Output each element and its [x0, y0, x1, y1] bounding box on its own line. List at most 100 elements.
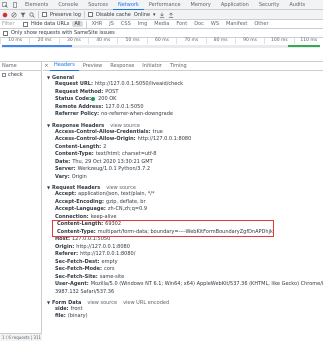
- tab-initiator[interactable]: Initiator: [138, 62, 166, 71]
- timeline-tick: 90 ms: [234, 38, 264, 44]
- filter-icon[interactable]: [20, 12, 26, 18]
- view-source-link[interactable]: view source: [87, 300, 117, 306]
- view-url-encoded-link[interactable]: view URL encoded: [123, 300, 169, 306]
- request-headers-section-header[interactable]: ▼ Request Headers view source: [43, 184, 323, 191]
- request-list: Name check: [0, 62, 42, 341]
- header-value: no-referrer-when-downgrade: [101, 111, 173, 117]
- filter-divider: [85, 20, 87, 28]
- header-name: Access-Control-Allow-Credentials:: [55, 128, 151, 135]
- tab-elements[interactable]: Elements: [20, 0, 53, 10]
- header-name: Origin:: [55, 243, 75, 250]
- header-value: http://127.0.0.1:5050/liveaid/check: [94, 81, 184, 87]
- close-icon[interactable]: ×: [43, 63, 50, 69]
- filter-chip-media[interactable]: Media: [152, 21, 171, 27]
- export-icon[interactable]: [168, 12, 174, 18]
- header-name: Sec-Fetch-Mode:: [55, 266, 103, 272]
- tab-headers[interactable]: Headers: [50, 62, 79, 71]
- header-value: empty: [101, 258, 118, 265]
- header-name: Sec-Fetch-Dest:: [55, 258, 100, 265]
- tab-preview[interactable]: Preview: [79, 62, 106, 71]
- tab-network[interactable]: Network: [112, 0, 144, 10]
- filter-chip-manifest[interactable]: Manifest: [224, 21, 249, 27]
- filter-input[interactable]: Filter: [2, 21, 20, 27]
- detail-tabs: × Headers Preview Response Initiator Tim…: [43, 62, 323, 71]
- timeline-tick: 70 ms: [176, 38, 205, 44]
- header-name: Content-Length:: [57, 221, 104, 227]
- header-name: Host:: [55, 236, 70, 242]
- filter-chip-ws[interactable]: WS: [209, 21, 221, 27]
- general-row: Remote Address: 127.0.0.1:5050: [43, 104, 323, 112]
- toolbar-divider: [83, 11, 85, 18]
- request-header-row: Content-Length: 69302: [55, 221, 273, 229]
- request-row-check[interactable]: check: [0, 71, 41, 79]
- record-icon[interactable]: [2, 12, 8, 18]
- filter-chip-other[interactable]: Other: [252, 21, 270, 27]
- tab-memory[interactable]: Memory: [186, 0, 216, 10]
- header-name: Connection:: [55, 213, 89, 220]
- header-name: Status Code:: [55, 96, 92, 102]
- tab-response[interactable]: Response: [106, 62, 138, 71]
- disable-cache-checkbox[interactable]: [87, 12, 93, 17]
- header-name: Content-Type:: [55, 151, 94, 157]
- timeline-tick: 110 ms: [293, 38, 323, 44]
- hide-data-urls-label: Hide data URLs: [31, 21, 70, 27]
- tab-application[interactable]: Application: [216, 0, 254, 10]
- device-toolbar-icon[interactable]: [12, 1, 18, 8]
- toolbar-divider: [38, 11, 39, 18]
- name-column-header[interactable]: Name: [0, 62, 41, 71]
- hide-data-urls-checkbox[interactable]: [23, 21, 28, 27]
- filter-chip-css[interactable]: CSS: [119, 21, 133, 27]
- header-value: text/html; charset=utf-8: [95, 151, 157, 157]
- header-name: User-Agent:: [55, 281, 89, 287]
- filter-chip-img[interactable]: Img: [136, 21, 150, 27]
- tab-performance[interactable]: Performance: [144, 0, 186, 10]
- general-section-header[interactable]: ▼ General: [43, 74, 323, 81]
- search-icon[interactable]: [29, 11, 35, 18]
- tab-audits[interactable]: Audits: [284, 0, 310, 10]
- preserve-log-checkbox[interactable]: [42, 12, 47, 17]
- request-header-row: Accept-Encoding: gzip, deflate, br: [43, 199, 323, 207]
- response-header-row: Content-Type: text/html; charset=utf-8: [43, 151, 323, 159]
- filter-chip-js[interactable]: JS: [107, 21, 116, 27]
- timeline-request-bar: [288, 45, 320, 47]
- import-icon[interactable]: [159, 12, 165, 18]
- request-header-row: Sec-Fetch-Dest: empty: [43, 259, 323, 267]
- filter-chip-all[interactable]: All: [72, 21, 83, 27]
- inspect-element-icon[interactable]: [2, 1, 8, 8]
- samesite-label: Only show requests with SameSite issues: [11, 30, 115, 36]
- clear-icon[interactable]: [11, 11, 17, 18]
- header-value: Mozilla/5.0 (Windows NT 6.1; Win64; x64)…: [90, 281, 323, 287]
- header-name: Accept-Encoding:: [55, 198, 105, 205]
- form-data-section-header[interactable]: ▼ Form Data view source view URL encoded: [43, 299, 323, 306]
- header-value: 2: [103, 143, 107, 150]
- response-header-row: Access-Control-Allow-Origin: http://127.0…: [43, 136, 323, 144]
- filter-chip-xhr[interactable]: XHR: [90, 21, 105, 27]
- request-name: check: [8, 72, 23, 78]
- tab-console[interactable]: Console: [53, 0, 83, 10]
- response-header-row: Content-Length: 2: [43, 144, 323, 152]
- request-header-row: Sec-Fetch-Site: same-site: [43, 274, 323, 282]
- request-header-row: Accept: application/json, text/plain, */*: [43, 191, 323, 199]
- network-timeline-overview[interactable]: 10 ms 20 ms 30 ms 40 ms 50 ms 60 ms 70 m…: [0, 38, 323, 62]
- user-agent-continuation: 3987.132 Safari/537.36: [55, 288, 115, 295]
- tab-sources[interactable]: Sources: [83, 0, 113, 10]
- timeline-tick: 60 ms: [146, 38, 176, 44]
- timeline-request-bar: [2, 45, 72, 47]
- header-value: cors: [104, 266, 115, 272]
- filter-chip-font[interactable]: Font: [174, 21, 189, 27]
- header-name: Vary:: [55, 173, 70, 180]
- samesite-checkbox[interactable]: [3, 30, 8, 36]
- header-value: true: [152, 128, 163, 135]
- tab-security[interactable]: Security: [254, 0, 285, 10]
- chevron-down-icon[interactable]: ▾: [153, 12, 156, 18]
- header-value: front: [70, 305, 83, 312]
- timeline-tick: 10 ms: [0, 38, 29, 44]
- form-data-row: file: (binary): [43, 313, 323, 321]
- tab-timing[interactable]: Timing: [166, 62, 191, 71]
- header-value: keep-alive: [90, 213, 117, 220]
- request-header-row: Referer: http://127.0.0.1:8080/: [43, 251, 323, 259]
- response-headers-section-header[interactable]: ▼ Response Headers view source: [43, 122, 323, 129]
- throttle-select[interactable]: Online: [134, 12, 150, 18]
- filter-chip-doc[interactable]: Doc: [192, 21, 206, 27]
- header-value: gzip, deflate, br: [106, 198, 146, 205]
